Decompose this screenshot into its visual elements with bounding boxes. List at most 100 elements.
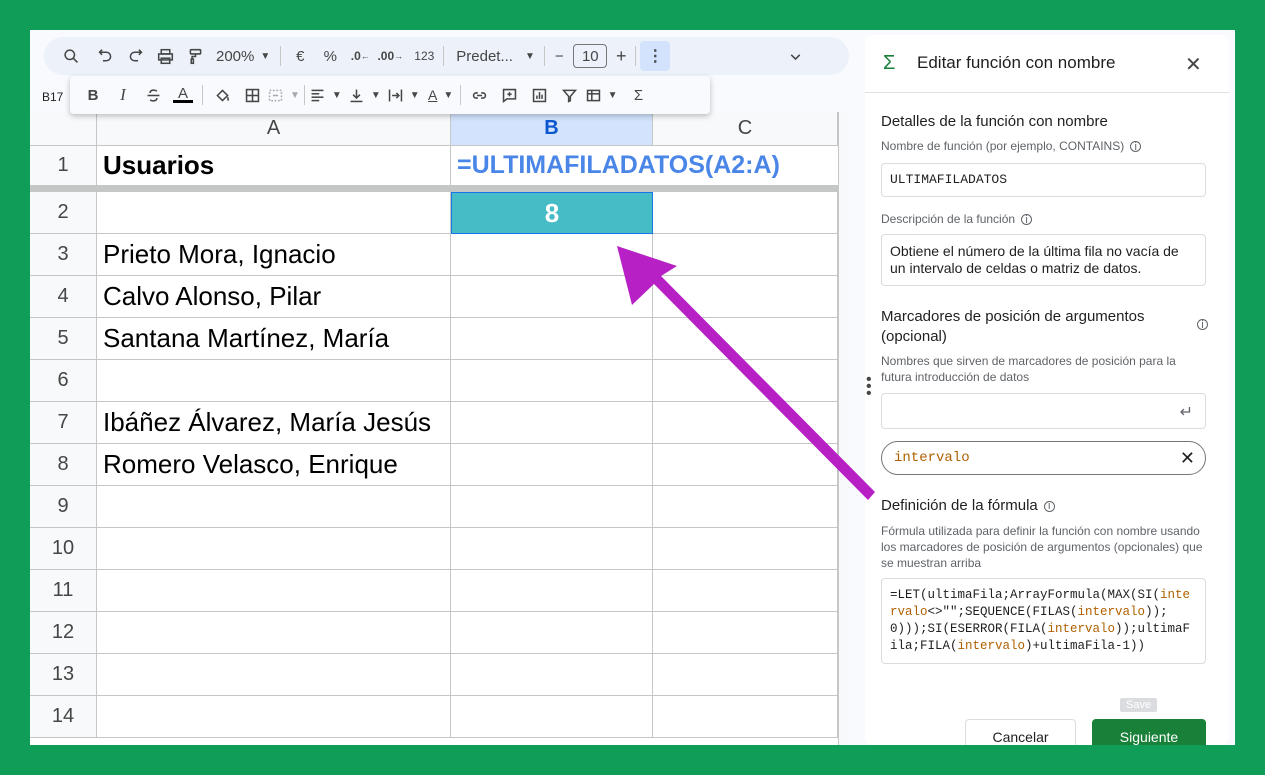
cell-c10[interactable] [653, 528, 838, 570]
cell-c13[interactable] [653, 654, 838, 696]
cell-b6[interactable] [451, 360, 653, 402]
resize-handle-icon[interactable]: • • • [866, 372, 872, 402]
table-view-icon[interactable]: ▼ [585, 81, 618, 109]
merge-cells-icon[interactable]: ▼ [267, 81, 300, 109]
row-header-4[interactable]: 4 [30, 276, 97, 318]
row-header-12[interactable]: 12 [30, 612, 97, 654]
text-color-button[interactable]: A [168, 81, 198, 109]
row-header-7[interactable]: 7 [30, 402, 97, 444]
info-icon[interactable]: i [1197, 319, 1208, 331]
description-input[interactable]: Obtiene el número de la última fila no v… [881, 234, 1206, 286]
print-icon[interactable] [150, 42, 180, 70]
cell-a7[interactable]: Ibáñez Álvarez, María Jesús [97, 402, 451, 444]
cell-a11[interactable] [97, 570, 451, 612]
cell-a8[interactable]: Romero Velasco, Enrique [97, 444, 451, 486]
increase-font-size-button[interactable]: + [611, 42, 631, 70]
text-wrap-icon[interactable]: ▼ [387, 81, 420, 109]
row-header-5[interactable]: 5 [30, 318, 97, 360]
row-header-2[interactable]: 2 [30, 192, 97, 234]
row-header-1[interactable]: 1 [30, 146, 97, 186]
close-icon[interactable]: ✕ [1185, 52, 1202, 77]
cell-c12[interactable] [653, 612, 838, 654]
row-header-10[interactable]: 10 [30, 528, 97, 570]
cell-b3[interactable] [451, 234, 653, 276]
column-header-c[interactable]: C [653, 112, 838, 146]
cell-b4[interactable] [451, 276, 653, 318]
cell-a14[interactable] [97, 696, 451, 738]
redo-icon[interactable] [120, 42, 150, 70]
filter-icon[interactable] [555, 81, 585, 109]
text-rotation-button[interactable]: A ▼ [426, 81, 456, 109]
italic-button[interactable]: I [108, 81, 138, 109]
font-select[interactable]: Predet... ▼ [448, 42, 540, 70]
borders-icon[interactable] [237, 81, 267, 109]
paint-format-icon[interactable] [180, 42, 210, 70]
cell-a5[interactable]: Santana Martínez, María [97, 318, 451, 360]
decrease-decimal-button[interactable]: .0 ← [345, 42, 375, 70]
formula-definition-input[interactable]: =LET(ultimaFila;ArrayFormula(MAX(SI(inte… [881, 578, 1206, 664]
cell-a1[interactable]: Usuarios [97, 146, 451, 186]
cell-c8[interactable] [653, 444, 838, 486]
cell-b8[interactable] [451, 444, 653, 486]
cell-b2[interactable]: 8 [451, 192, 653, 234]
row-header-13[interactable]: 13 [30, 654, 97, 696]
argument-chip[interactable]: intervalo ✕ [881, 441, 1206, 475]
row-header-3[interactable]: 3 [30, 234, 97, 276]
corner-header[interactable] [30, 112, 97, 146]
cell-c7[interactable] [653, 402, 838, 444]
decrease-font-size-button[interactable]: − [549, 42, 569, 70]
currency-button[interactable]: € [285, 42, 315, 70]
more-options-button[interactable]: ⋮ [640, 41, 671, 71]
cell-c4[interactable] [653, 276, 838, 318]
insert-chart-icon[interactable] [525, 81, 555, 109]
font-size-input[interactable]: 10 [573, 44, 608, 68]
zoom-select[interactable]: 200% ▼ [210, 42, 276, 70]
info-icon[interactable]: i [1021, 214, 1033, 226]
cell-b1[interactable]: =ULTIMAFILADATOS(A2:A) [451, 146, 838, 186]
cell-a12[interactable] [97, 612, 451, 654]
cell-a4[interactable]: Calvo Alonso, Pilar [97, 276, 451, 318]
cell-a10[interactable] [97, 528, 451, 570]
argument-input[interactable]: ↵ [881, 393, 1206, 429]
row-header-6[interactable]: 6 [30, 360, 97, 402]
fill-color-icon[interactable] [207, 81, 237, 109]
collapse-toolbar-icon[interactable] [780, 42, 810, 70]
insert-link-icon[interactable] [465, 81, 495, 109]
name-box[interactable]: B17 [42, 90, 63, 104]
column-header-b[interactable]: B [451, 112, 653, 146]
cancel-button[interactable]: Cancelar [965, 719, 1076, 745]
cell-c14[interactable] [653, 696, 838, 738]
info-icon[interactable]: i [1130, 141, 1142, 153]
cell-b13[interactable] [451, 654, 653, 696]
row-header-14[interactable]: 14 [30, 696, 97, 738]
bold-button[interactable]: B [78, 81, 108, 109]
cell-c9[interactable] [653, 486, 838, 528]
search-menus-icon[interactable] [56, 42, 86, 70]
cell-c6[interactable] [653, 360, 838, 402]
row-header-11[interactable]: 11 [30, 570, 97, 612]
function-name-input[interactable]: ULTIMAFILADATOS [881, 163, 1206, 197]
number-format-button[interactable]: 123 [409, 42, 439, 70]
vertical-align-icon[interactable]: ▼ [348, 81, 381, 109]
cell-c3[interactable] [653, 234, 838, 276]
cell-b9[interactable] [451, 486, 653, 528]
undo-icon[interactable] [90, 42, 120, 70]
cell-a6[interactable] [97, 360, 451, 402]
cell-b10[interactable] [451, 528, 653, 570]
row-header-9[interactable]: 9 [30, 486, 97, 528]
cell-c5[interactable] [653, 318, 838, 360]
cell-b14[interactable] [451, 696, 653, 738]
functions-icon[interactable]: Σ [624, 81, 654, 109]
cell-a2[interactable] [97, 192, 451, 234]
cell-a9[interactable] [97, 486, 451, 528]
next-button[interactable]: Siguiente [1092, 719, 1206, 745]
cell-a13[interactable] [97, 654, 451, 696]
enter-icon[interactable]: ↵ [1180, 402, 1193, 422]
percent-button[interactable]: % [315, 42, 345, 70]
increase-decimal-button[interactable]: .00 → [375, 42, 405, 70]
cell-c11[interactable] [653, 570, 838, 612]
horizontal-align-icon[interactable]: ▼ [309, 81, 342, 109]
cell-b5[interactable] [451, 318, 653, 360]
row-header-8[interactable]: 8 [30, 444, 97, 486]
close-icon[interactable]: ✕ [1180, 448, 1195, 469]
